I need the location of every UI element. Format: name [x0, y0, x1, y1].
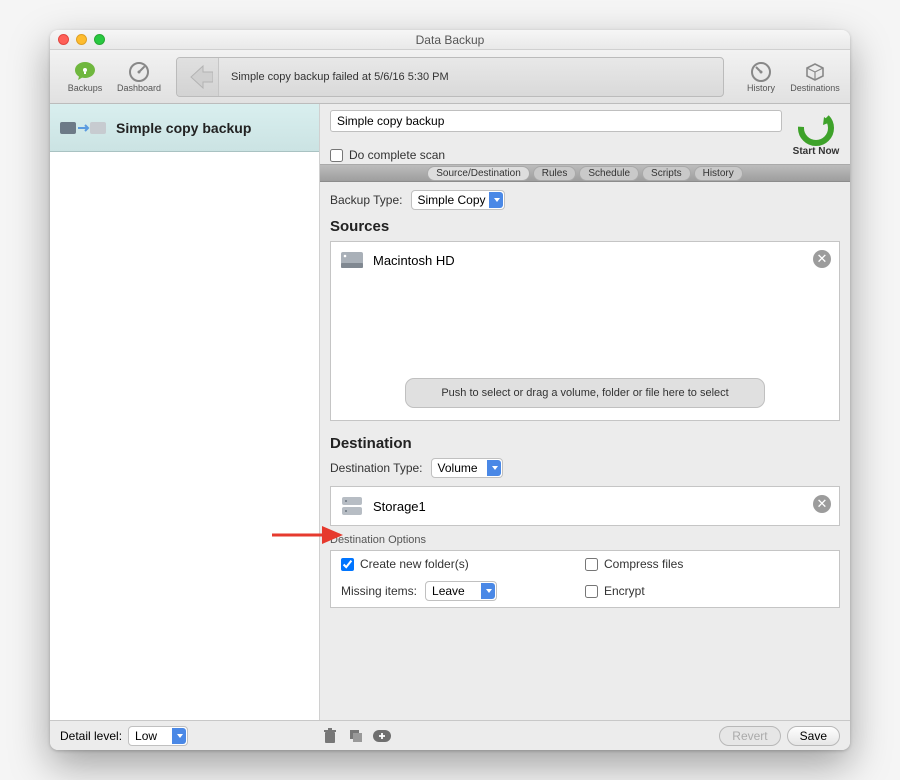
tab-source-destination[interactable]: Source/Destination [427, 166, 530, 181]
destination-item[interactable]: Storage1 ✕ [331, 487, 839, 525]
destination-panel: Storage1 ✕ [330, 486, 840, 526]
drive-stack-icon [339, 493, 365, 519]
detail-level-select[interactable]: Low [128, 726, 188, 746]
compress-files-label: Compress files [604, 557, 683, 571]
chevron-left-large-icon [183, 62, 213, 92]
create-folders-checkbox[interactable] [341, 558, 354, 571]
tab-history[interactable]: History [694, 166, 743, 181]
add-source-drop-button[interactable]: Push to select or drag a volume, folder … [405, 378, 765, 408]
backups-toolbar-button[interactable]: Backups [58, 60, 112, 93]
compress-files-checkbox[interactable] [585, 558, 598, 571]
window-title: Data Backup [50, 33, 850, 47]
add-button[interactable] [372, 726, 392, 746]
notification-back-button[interactable] [177, 58, 219, 96]
create-folders-label: Create new folder(s) [360, 557, 469, 571]
destination-type-select[interactable]: Volume [431, 458, 503, 478]
plus-pill-icon [373, 727, 391, 745]
missing-items-select[interactable]: Leave [425, 581, 497, 601]
backups-label: Backups [68, 83, 103, 93]
duplicate-icon [348, 728, 364, 744]
destinations-label: Destinations [790, 83, 840, 93]
missing-items-value: Leave [432, 584, 465, 598]
detail-level-label: Detail level: [60, 729, 122, 743]
main-panel: Do complete scan Start Now Source/Destin… [320, 104, 850, 720]
history-label: History [747, 83, 775, 93]
dashboard-label: Dashboard [117, 83, 161, 93]
start-now-button[interactable]: Start Now [792, 110, 840, 157]
close-window-button[interactable] [58, 34, 69, 45]
sidebar-item-backup[interactable]: Simple copy backup [50, 104, 319, 152]
encrypt-label: Encrypt [604, 584, 645, 598]
dashboard-toolbar-button[interactable]: Dashboard [112, 60, 166, 93]
revert-button[interactable]: Revert [719, 726, 780, 746]
remove-destination-button[interactable]: ✕ [813, 495, 831, 513]
app-window: Data Backup Backups Dashboard Simple cop… [50, 30, 850, 750]
backup-type-value: Simple Copy [418, 193, 486, 207]
sidebar: Simple copy backup [50, 104, 320, 720]
minimize-window-button[interactable] [76, 34, 87, 45]
box-icon [802, 60, 828, 82]
source-item[interactable]: Macintosh HD ✕ [331, 242, 839, 278]
destination-options-heading: Destination Options [330, 534, 840, 546]
backup-type-select[interactable]: Simple Copy [411, 190, 505, 210]
sources-heading: Sources [330, 218, 840, 235]
delete-button[interactable] [320, 726, 340, 746]
titlebar: Data Backup [50, 30, 850, 50]
tab-bar: Source/Destination Rules Schedule Script… [320, 164, 850, 182]
annotation-arrow-icon [270, 525, 350, 545]
zoom-window-button[interactable] [94, 34, 105, 45]
complete-scan-label: Do complete scan [349, 148, 445, 162]
save-button[interactable]: Save [787, 726, 840, 746]
content: Simple copy backup Do complete scan [50, 104, 850, 720]
tab-schedule[interactable]: Schedule [579, 166, 639, 181]
notification-message: Simple copy backup failed at 5/6/16 5:30… [219, 58, 723, 96]
backup-name-input[interactable] [330, 110, 782, 132]
complete-scan-checkbox[interactable] [330, 149, 343, 162]
notification-banner: Simple copy backup failed at 5/6/16 5:30… [176, 57, 724, 97]
bottom-bar: Detail level: Low Revert Save [50, 720, 850, 750]
main-header: Do complete scan Start Now [320, 104, 850, 164]
destinations-toolbar-button[interactable]: Destinations [788, 60, 842, 93]
gauge-icon [126, 60, 152, 82]
remove-source-button[interactable]: ✕ [813, 250, 831, 268]
gauge-icon [748, 60, 774, 82]
traffic-lights [58, 34, 105, 45]
start-now-label: Start Now [793, 146, 840, 157]
encrypt-checkbox[interactable] [585, 585, 598, 598]
start-now-icon [798, 110, 834, 146]
tab-scripts[interactable]: Scripts [642, 166, 691, 181]
disk-transfer-icon [58, 114, 108, 142]
hard-drive-icon [339, 248, 365, 272]
destination-options: Create new folder(s) Compress files Miss… [330, 550, 840, 608]
tab-content: Backup Type: Simple Copy Sources Macinto… [320, 182, 850, 720]
source-item-label: Macintosh HD [373, 253, 455, 268]
destination-type-value: Volume [438, 461, 478, 475]
sources-panel: Macintosh HD ✕ Push to select or drag a … [330, 241, 840, 421]
toolbar: Backups Dashboard Simple copy backup fai… [50, 50, 850, 104]
destination-heading: Destination [330, 435, 840, 452]
detail-level-value: Low [135, 729, 157, 743]
destination-item-label: Storage1 [373, 499, 426, 514]
history-toolbar-button[interactable]: History [734, 60, 788, 93]
sidebar-item-title: Simple copy backup [116, 120, 251, 136]
speech-bubble-icon [72, 60, 98, 82]
backup-type-label: Backup Type: [330, 193, 403, 207]
destination-type-label: Destination Type: [330, 461, 423, 475]
tab-rules[interactable]: Rules [533, 166, 577, 181]
trash-icon [323, 728, 337, 744]
missing-items-label: Missing items: [341, 584, 417, 598]
duplicate-button[interactable] [346, 726, 366, 746]
